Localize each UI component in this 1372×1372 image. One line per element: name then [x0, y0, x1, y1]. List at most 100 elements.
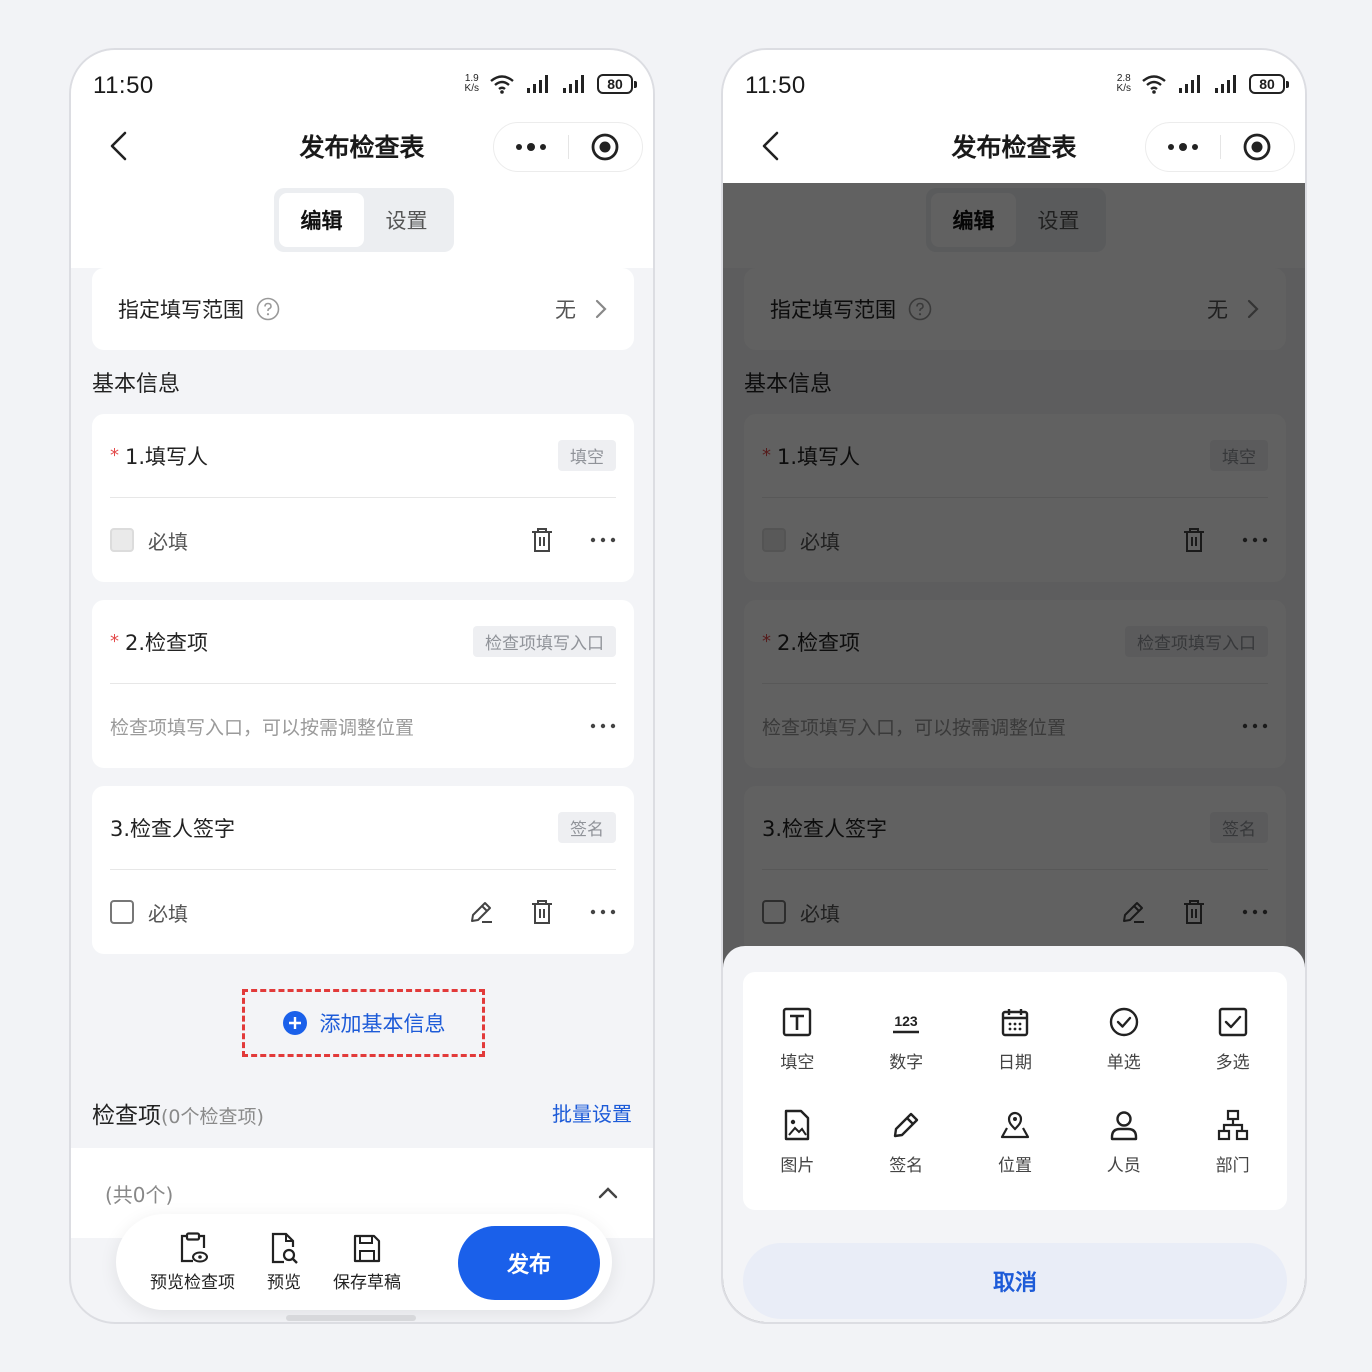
field-type-multi-choice[interactable]: 多选: [1178, 988, 1287, 1091]
field-header: * 2.检查项 检查项填写入口: [110, 600, 616, 684]
required-label: 必填: [148, 529, 188, 554]
field-actions: [468, 899, 616, 925]
svg-text:123: 123: [895, 1013, 919, 1029]
checkbox-icon: [1218, 1007, 1247, 1037]
more-dots-icon: [1167, 143, 1198, 151]
fill-range-value: 无: [555, 298, 576, 322]
status-icons: 2.8 K/s 80: [1117, 72, 1289, 96]
chevron-left-icon: [110, 131, 127, 161]
status-time: 11:50: [93, 72, 154, 99]
chevron-up-icon[interactable]: [597, 1186, 619, 1200]
total-count: (共0个): [105, 1182, 174, 1207]
required-mark: *: [110, 631, 119, 652]
field-actions: [590, 723, 616, 729]
text-field-icon: [783, 1007, 812, 1037]
trash-icon: [532, 900, 552, 924]
more-options-button[interactable]: [590, 909, 616, 915]
close-mini-program-button[interactable]: [569, 123, 643, 171]
delete-button[interactable]: [530, 899, 554, 925]
trash-icon: [532, 528, 552, 552]
field-type-person[interactable]: 人员: [1069, 1091, 1178, 1194]
person-icon: [1110, 1111, 1137, 1141]
status-time: 11:50: [745, 72, 806, 99]
signal-icon: [1179, 75, 1200, 93]
field-type-date[interactable]: 日期: [961, 988, 1070, 1091]
field-type-location[interactable]: 位置: [961, 1091, 1070, 1194]
save-draft-button[interactable]: 保存草稿: [333, 1232, 401, 1293]
status-icons: 1.9 K/s 80: [465, 72, 637, 96]
clipboard-eye-icon: [180, 1231, 208, 1262]
phone-field-picker-screen: 11:50 2.8 K/s 80 发布检查表 编辑: [721, 48, 1307, 1324]
check-items-count: (0个检查项): [161, 1106, 264, 1128]
field-type-department[interactable]: 部门: [1178, 1091, 1287, 1194]
field-actions: [530, 527, 616, 553]
tab-edit[interactable]: 编辑: [279, 193, 364, 247]
preview-label: 预览: [267, 1272, 301, 1293]
more-dots-icon: [515, 143, 546, 151]
ellipsis-icon: [590, 723, 616, 729]
field-footer: 必填: [110, 870, 616, 954]
add-basic-info-button[interactable]: 添加基本信息: [242, 989, 485, 1057]
document-search-icon: [271, 1232, 298, 1264]
ellipsis-icon: [590, 909, 616, 915]
field-card-2[interactable]: * 2.检查项 检查项填写入口 检查项填写入口，可以按需调整位置: [92, 600, 634, 768]
field-type-signature[interactable]: 签名: [852, 1091, 961, 1194]
chevron-right-icon: [595, 299, 607, 319]
preview-items-button[interactable]: 预览检查项: [150, 1231, 235, 1293]
segmented-tabs: 编辑 设置: [274, 188, 454, 252]
signal-icon-2: [1215, 75, 1236, 93]
home-indicator: [286, 1315, 416, 1321]
fill-range-label: 指定填写范围: [118, 298, 244, 322]
field-type-sheet: 填空 123 数字 日期 单选 多选 图片 签名 位置 人员 部门 取消: [723, 946, 1305, 1322]
pen-icon: [893, 1112, 919, 1138]
field-hint-text: 检查项填写入口，可以按需调整位置: [110, 716, 415, 739]
field-header: 3.检查人签字 签名: [110, 786, 616, 870]
back-button[interactable]: [757, 130, 785, 162]
preview-button[interactable]: 预览: [267, 1232, 301, 1293]
required-checkbox[interactable]: [110, 900, 134, 924]
wifi-icon: [490, 75, 514, 94]
calendar-icon: [1001, 1009, 1029, 1037]
field-type-number[interactable]: 123 数字: [852, 988, 961, 1091]
required-checkbox-disabled: [110, 528, 134, 552]
required-mark: *: [110, 445, 119, 466]
bottom-action-bar: 预览检查项 预览 保存草稿 发布: [116, 1214, 612, 1310]
cancel-button[interactable]: 取消: [743, 1243, 1287, 1319]
batch-settings-link[interactable]: 批量设置: [552, 1098, 632, 1127]
field-type-grid: 填空 123 数字 日期 单选 多选 图片 签名 位置 人员 部门: [743, 972, 1287, 1210]
more-options-button[interactable]: [590, 723, 616, 729]
pencil-icon: [471, 902, 492, 923]
close-mini-program-button[interactable]: [1221, 123, 1295, 171]
basic-info-title: 基本信息: [92, 372, 181, 397]
more-button[interactable]: [494, 123, 568, 171]
wifi-icon: [1142, 75, 1166, 94]
field-type-text[interactable]: 填空: [743, 988, 852, 1091]
top-bar: 11:50 1.9 K/s 80 发布检查表: [71, 50, 653, 183]
back-button[interactable]: [105, 130, 133, 162]
field-card-1[interactable]: * 1.填写人 填空 必填: [92, 414, 634, 582]
field-card-3[interactable]: 3.检查人签字 签名 必填: [92, 786, 634, 954]
help-icon[interactable]: [256, 297, 280, 321]
edit-button[interactable]: [468, 899, 494, 925]
field-title: 3.检查人签字: [110, 816, 236, 841]
number-icon: 123: [893, 1013, 920, 1034]
more-button[interactable]: [1146, 123, 1220, 171]
target-icon: [591, 133, 619, 161]
field-title: 2.检查项: [125, 630, 209, 655]
location-icon: [1000, 1111, 1030, 1139]
ellipsis-icon: [590, 537, 616, 543]
field-type-image[interactable]: 图片: [743, 1091, 852, 1194]
tabs-area: 编辑 设置: [71, 183, 653, 268]
field-type-single-choice[interactable]: 单选: [1069, 988, 1178, 1091]
target-icon: [1243, 133, 1271, 161]
field-title: 1.填写人: [125, 444, 209, 469]
field-header: * 1.填写人 填空: [110, 414, 616, 498]
delete-button[interactable]: [530, 527, 554, 553]
org-chart-icon: [1217, 1109, 1248, 1141]
mini-program-capsule: [493, 122, 643, 172]
more-options-button[interactable]: [590, 537, 616, 543]
check-items-title: 检查项(0个检查项): [92, 1103, 264, 1129]
fill-range-row[interactable]: 指定填写范围 无: [92, 268, 634, 350]
tab-settings[interactable]: 设置: [364, 193, 449, 247]
publish-button[interactable]: 发布: [458, 1226, 600, 1300]
